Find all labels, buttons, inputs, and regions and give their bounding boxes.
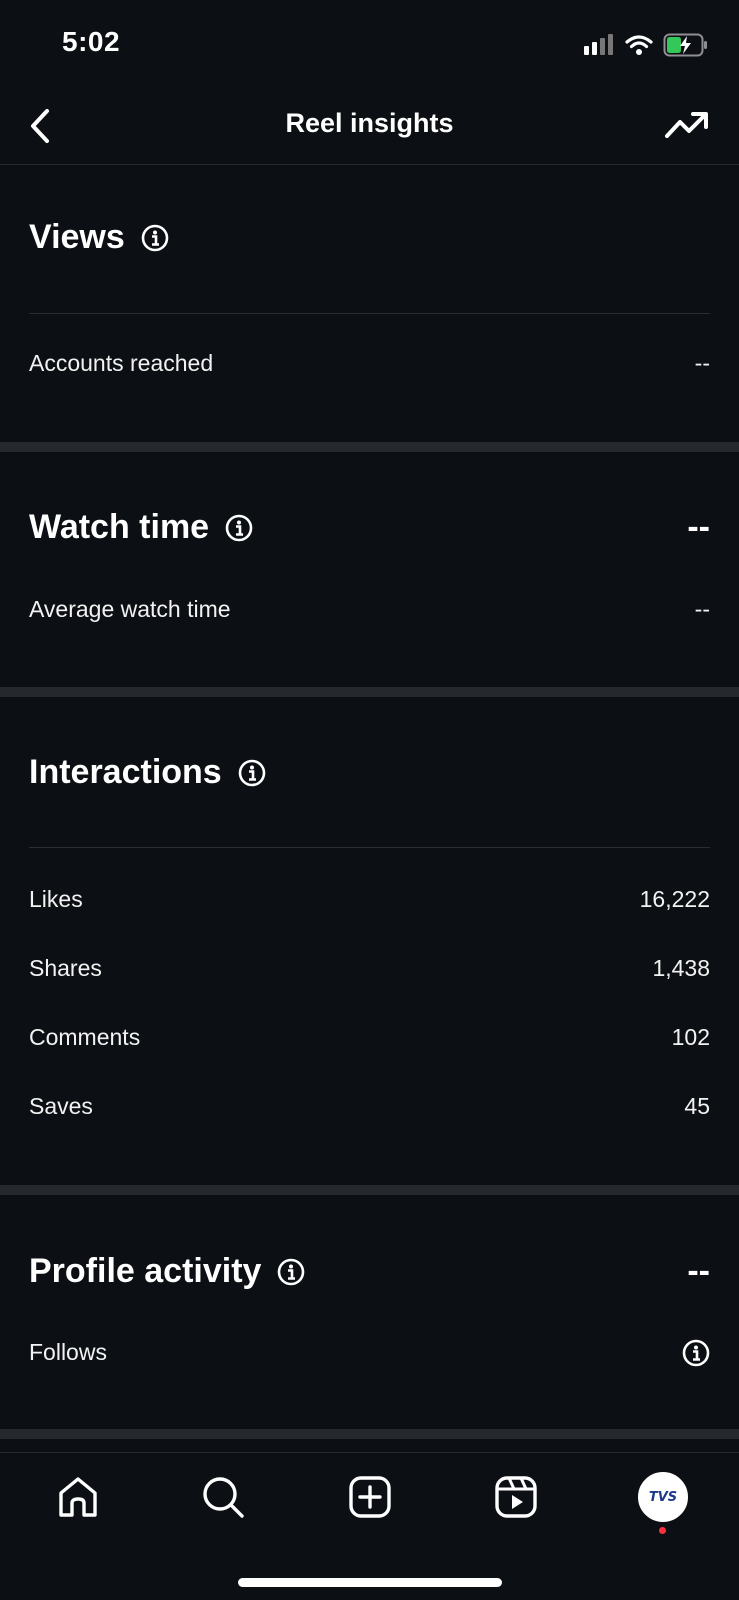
home-icon	[59, 1477, 97, 1517]
status-time: 5:02	[62, 26, 121, 57]
bottom-navigation: TVS	[0, 1452, 739, 1553]
home-indicator	[238, 1578, 502, 1587]
profile-activity-value: --	[687, 1252, 710, 1290]
views-title: Views	[29, 218, 125, 256]
follows-info-icon[interactable]	[682, 1339, 710, 1367]
watch-time-title: Watch time	[29, 508, 210, 546]
shares-value: 1,438	[652, 955, 710, 981]
info-icon[interactable]	[225, 514, 253, 542]
reels-icon	[495, 1476, 537, 1518]
accounts-reached-value: --	[694, 350, 710, 376]
comments-label: Comments	[29, 1024, 141, 1050]
notification-dot	[659, 1527, 666, 1534]
interactions-divider	[29, 847, 710, 848]
section-separator	[0, 687, 739, 697]
trending-up-icon	[665, 112, 708, 138]
nav-profile[interactable]: TVS	[637, 1471, 689, 1523]
saves-label: Saves	[29, 1093, 93, 1119]
wifi-icon	[625, 35, 653, 55]
page-title: Reel insights	[285, 108, 454, 138]
shares-label: Shares	[29, 955, 102, 981]
comments-value: 102	[671, 1024, 710, 1050]
search-icon	[203, 1477, 244, 1518]
profile-avatar: TVS	[638, 1472, 688, 1522]
nav-home[interactable]	[52, 1471, 104, 1523]
accounts-reached-label: Accounts reached	[29, 350, 214, 376]
nav-create[interactable]	[344, 1471, 396, 1523]
views-section-title: Views	[29, 218, 169, 257]
avatar-logo-text: TVS	[648, 1489, 678, 1505]
interactions-title: Interactions	[29, 753, 222, 791]
saves-value: 45	[684, 1093, 710, 1119]
section-separator	[0, 442, 739, 452]
section-separator	[0, 1185, 739, 1195]
battery-charging-icon	[663, 33, 707, 57]
watch-time-value: --	[687, 508, 710, 546]
info-icon[interactable]	[238, 759, 266, 787]
trending-button[interactable]	[663, 106, 711, 146]
nav-reels[interactable]	[490, 1471, 542, 1523]
average-watch-time-value: --	[694, 596, 710, 622]
nav-search[interactable]	[197, 1471, 249, 1523]
likes-value: 16,222	[639, 886, 710, 912]
average-watch-time-label: Average watch time	[29, 596, 231, 622]
profile-activity-section-title: Profile activity	[29, 1252, 305, 1291]
follows-label: Follows	[29, 1339, 107, 1365]
likes-label: Likes	[29, 886, 83, 912]
info-icon[interactable]	[277, 1258, 305, 1286]
create-post-icon	[349, 1476, 391, 1518]
watch-time-section-title: Watch time	[29, 508, 253, 547]
info-icon[interactable]	[141, 224, 169, 252]
views-divider	[29, 313, 710, 314]
cellular-signal-icon	[584, 34, 613, 55]
section-separator	[0, 1429, 739, 1439]
interactions-section-title: Interactions	[29, 753, 266, 792]
header-divider	[0, 164, 739, 165]
status-icons	[583, 32, 709, 58]
profile-activity-title: Profile activity	[29, 1252, 262, 1290]
